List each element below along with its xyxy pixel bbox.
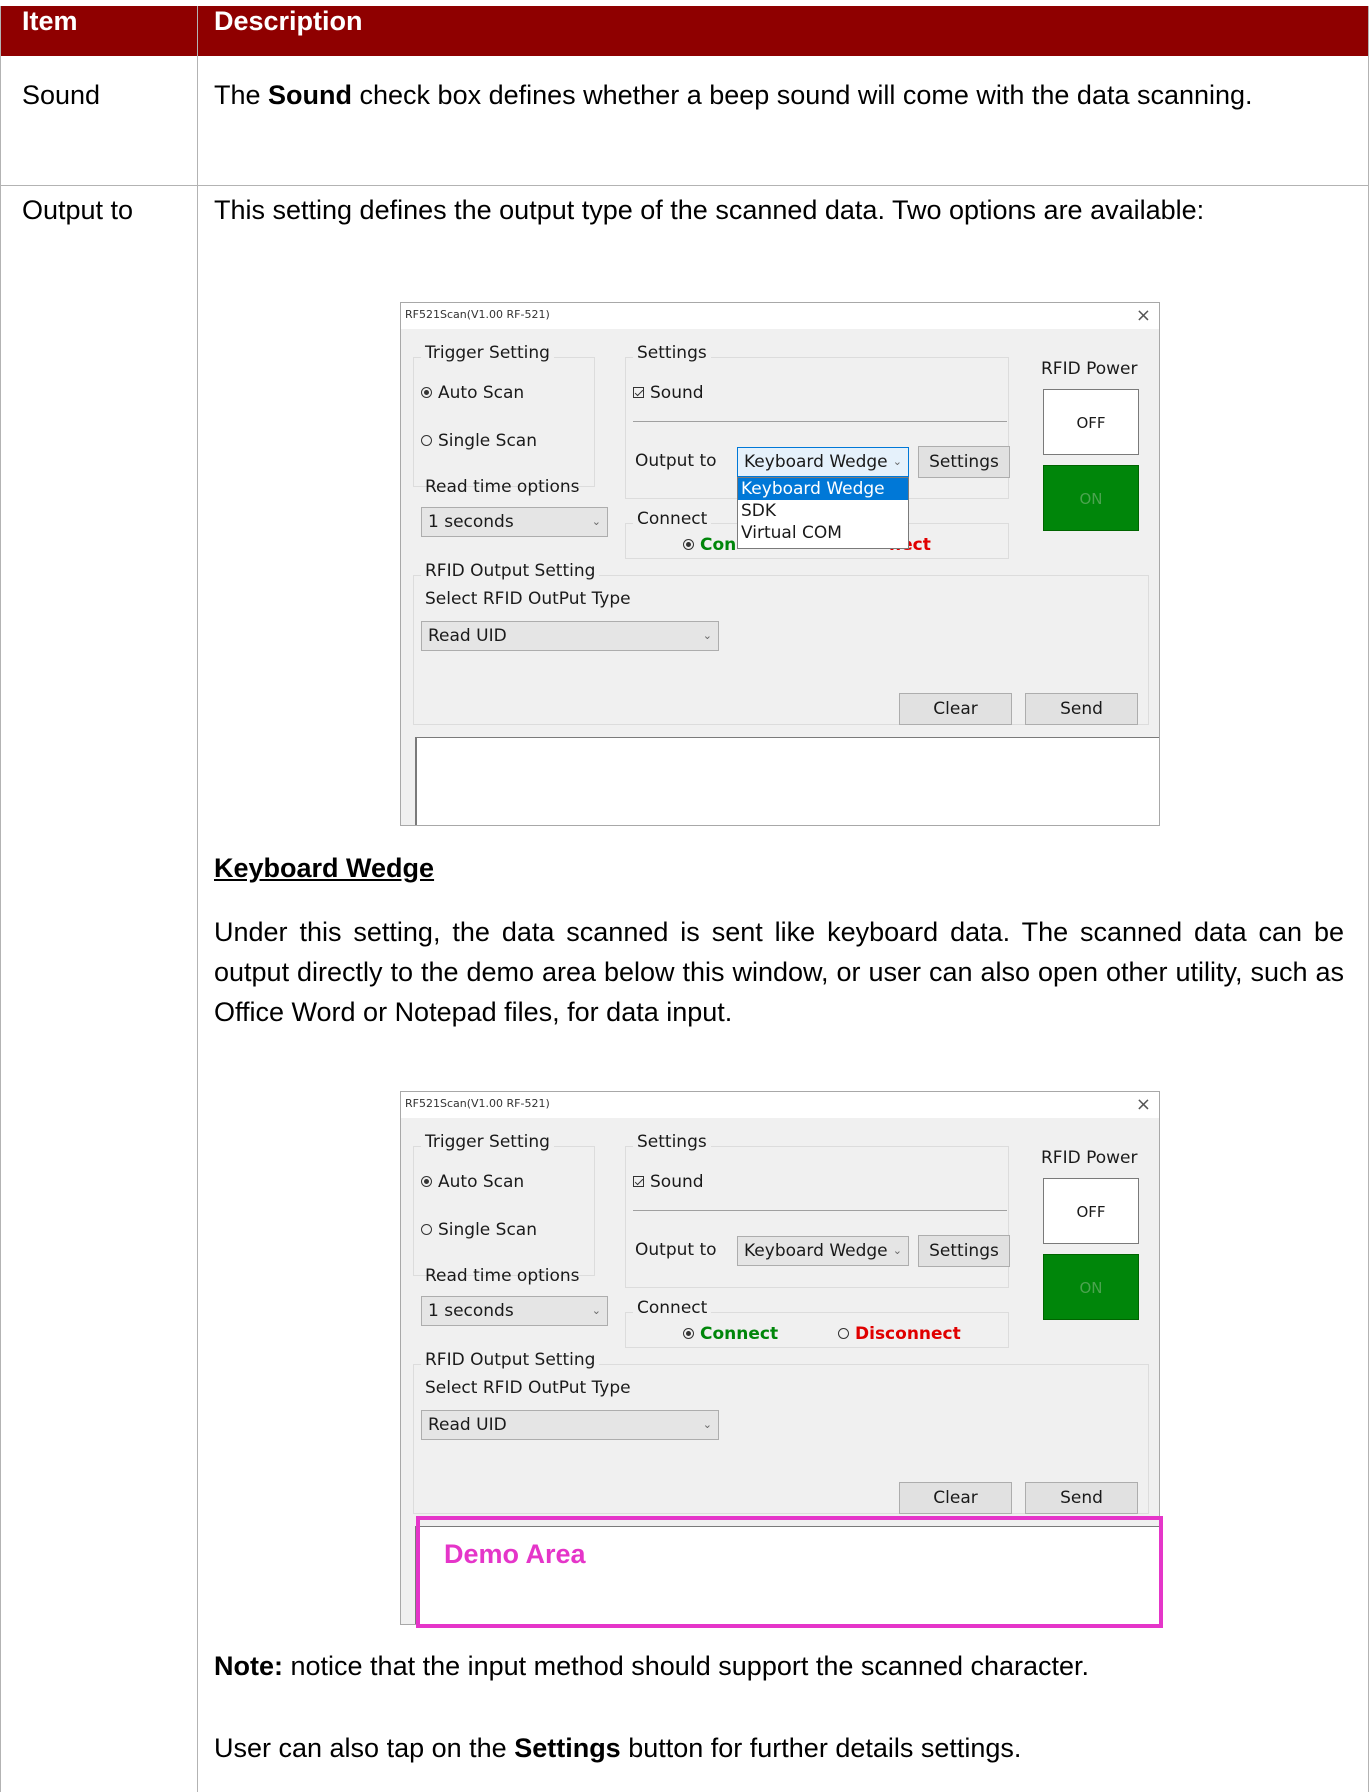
rfid-on-button[interactable]: ON (1043, 465, 1139, 531)
chevron-down-icon: ⌄ (591, 515, 601, 528)
output-to-select[interactable]: Keyboard Wedge ⌄ (737, 1236, 909, 1266)
rfid-type-label: Select RFID OutPut Type (425, 1378, 631, 1398)
auto-scan-radio[interactable]: Auto Scan (421, 1172, 524, 1192)
clear-button[interactable]: Clear (899, 1482, 1012, 1514)
close-icon[interactable]: × (1136, 1094, 1151, 1115)
rfid-off-button[interactable]: OFF (1043, 1178, 1139, 1244)
keyboard-wedge-paragraph: Under this setting, the data scanned is … (214, 917, 1344, 1027)
keyboard-wedge-heading: Keyboard Wedge (214, 853, 435, 883)
checkbox-checked-icon (633, 1176, 644, 1187)
chevron-down-icon: ⌄ (892, 1244, 902, 1257)
settings-group-label: Settings (633, 343, 711, 363)
output-textarea[interactable] (415, 737, 1159, 825)
single-scan-radio[interactable]: Single Scan (421, 1220, 537, 1240)
radio-selected-icon (683, 539, 694, 550)
row-divider (0, 185, 1369, 186)
connect-radio[interactable]: Connect (683, 1324, 778, 1344)
header-item: Item (22, 6, 78, 36)
item-sound: Sound (22, 80, 101, 110)
connect-group-label: Connect (633, 1298, 712, 1318)
connect-group-label: Connect (633, 509, 712, 529)
sound-description: The Sound check box defines whether a be… (214, 80, 1253, 110)
checkbox-checked-icon (633, 387, 644, 398)
output-to-label: Output to (635, 451, 717, 471)
rfid-on-button[interactable]: ON (1043, 1254, 1139, 1320)
chevron-down-icon: ⌄ (702, 1418, 712, 1431)
trigger-group-label: Trigger Setting (421, 343, 554, 363)
dropdown-option-sdk[interactable]: SDK (738, 500, 908, 522)
app-window-dropdown-open: RF521Scan(V1.00 RF-521) × Trigger Settin… (400, 302, 1160, 826)
table-border-left (0, 6, 1, 1792)
window-title: RF521Scan(V1.00 RF-521) (405, 308, 550, 321)
read-time-label: Read time options (425, 477, 580, 497)
radio-empty-icon (421, 1224, 432, 1235)
output-to-select[interactable]: Keyboard Wedge ⌄ (737, 447, 909, 477)
radio-selected-icon (683, 1328, 694, 1339)
chevron-down-icon: ⌄ (591, 1304, 601, 1317)
settings-separator (633, 1210, 1007, 1211)
send-button[interactable]: Send (1025, 693, 1138, 725)
settings-separator (633, 421, 1007, 422)
rfid-off-button[interactable]: OFF (1043, 389, 1139, 455)
read-time-label: Read time options (425, 1266, 580, 1286)
read-time-select[interactable]: 1 seconds ⌄ (421, 507, 608, 537)
close-icon[interactable]: × (1136, 305, 1151, 326)
note-paragraph: Note: notice that the input method shoul… (214, 1651, 1090, 1681)
header-description: Description (214, 6, 363, 36)
sound-checkbox[interactable]: Sound (633, 383, 704, 403)
demo-area-highlight (416, 1516, 1163, 1628)
demo-area-label: Demo Area (444, 1539, 586, 1569)
item-output-to: Output to (22, 195, 134, 225)
auto-scan-radio[interactable]: Auto Scan (421, 383, 524, 403)
settings-button[interactable]: Settings (918, 446, 1010, 478)
radio-selected-icon (421, 387, 432, 398)
send-button[interactable]: Send (1025, 1482, 1138, 1514)
settings-paragraph: User can also tap on the Settings button… (214, 1733, 1022, 1763)
title-bar: RF521Scan(V1.00 RF-521) × (401, 1092, 1159, 1118)
trigger-group-label: Trigger Setting (421, 1132, 554, 1152)
chevron-down-icon: ⌄ (892, 455, 902, 468)
window-title: RF521Scan(V1.00 RF-521) (405, 1097, 550, 1110)
rfid-type-select[interactable]: Read UID ⌄ (421, 1410, 719, 1440)
disconnect-radio[interactable]: Disconnect (838, 1324, 961, 1344)
output-dropdown-list: Keyboard Wedge SDK Virtual COM (737, 477, 909, 549)
single-scan-radio[interactable]: Single Scan (421, 431, 537, 451)
title-bar: RF521Scan(V1.00 RF-521) × (401, 303, 1159, 329)
rfid-type-select[interactable]: Read UID ⌄ (421, 621, 719, 651)
sound-checkbox[interactable]: Sound (633, 1172, 704, 1192)
rfid-power-label: RFID Power (1041, 359, 1138, 379)
output-intro: This setting defines the output type of … (214, 195, 1205, 225)
rfid-output-group-label: RFID Output Setting (421, 1350, 600, 1370)
rfid-output-group-label: RFID Output Setting (421, 561, 600, 581)
rfid-power-label: RFID Power (1041, 1148, 1138, 1168)
column-divider (197, 6, 198, 1792)
clear-button[interactable]: Clear (899, 693, 1012, 725)
trigger-group (413, 1146, 595, 1276)
radio-empty-icon (421, 435, 432, 446)
connect-radio[interactable]: Con (683, 535, 736, 555)
dropdown-option-virtual-com[interactable]: Virtual COM (738, 522, 908, 544)
dropdown-option-keyboard-wedge[interactable]: Keyboard Wedge (738, 478, 908, 500)
rfid-type-label: Select RFID OutPut Type (425, 589, 631, 609)
chevron-down-icon: ⌄ (702, 629, 712, 642)
read-time-select[interactable]: 1 seconds ⌄ (421, 1296, 608, 1326)
trigger-group (413, 357, 595, 487)
table-header-row (0, 6, 1369, 56)
settings-group-label: Settings (633, 1132, 711, 1152)
radio-selected-icon (421, 1176, 432, 1187)
settings-button[interactable]: Settings (918, 1235, 1010, 1267)
radio-empty-icon (838, 1328, 849, 1339)
output-to-label: Output to (635, 1240, 717, 1260)
